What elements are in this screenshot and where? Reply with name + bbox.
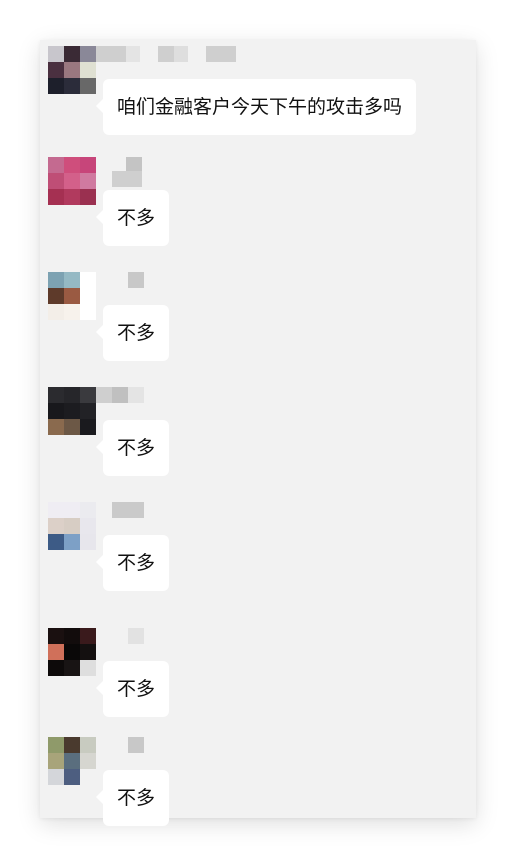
chat-window: 咱们金融客户今天下午的攻击多吗 不多 不多 不多 不多 不多 不多	[40, 40, 476, 826]
sender-name	[128, 272, 144, 288]
chat-message: 不多	[40, 502, 476, 618]
chat-message: 不多	[40, 737, 476, 853]
message-bubble[interactable]: 咱们金融客户今天下午的攻击多吗	[95, 79, 417, 135]
user-avatar[interactable]	[48, 272, 96, 320]
chat-message: 不多	[40, 628, 476, 744]
chat-message: 咱们金融客户今天下午的攻击多吗	[40, 46, 476, 162]
message-bubble[interactable]: 不多	[95, 770, 170, 826]
user-avatar[interactable]	[48, 46, 96, 94]
sender-name	[112, 157, 142, 187]
sender-name	[128, 737, 144, 753]
sender-name	[96, 387, 144, 403]
chat-message: 不多	[40, 387, 476, 503]
message-bubble[interactable]: 不多	[95, 420, 170, 476]
user-avatar[interactable]	[48, 387, 96, 435]
user-avatar[interactable]	[48, 628, 96, 676]
user-avatar[interactable]	[48, 502, 96, 550]
sender-name	[128, 628, 144, 644]
chat-message: 不多	[40, 157, 476, 273]
sender-name	[112, 502, 144, 518]
user-avatar[interactable]	[48, 737, 96, 785]
sender-name	[96, 46, 236, 62]
message-bubble[interactable]: 不多	[95, 661, 170, 717]
user-avatar[interactable]	[48, 157, 96, 205]
message-bubble[interactable]: 不多	[95, 305, 170, 361]
message-bubble[interactable]: 不多	[95, 535, 170, 591]
chat-message: 不多	[40, 272, 476, 388]
message-bubble[interactable]: 不多	[95, 190, 170, 246]
